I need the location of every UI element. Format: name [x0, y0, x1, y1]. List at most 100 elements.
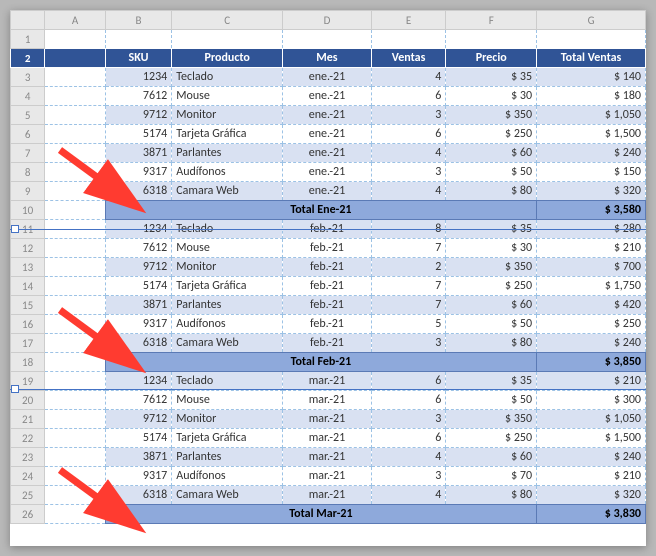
cell[interactable] — [45, 334, 105, 353]
cell-producto[interactable]: Parlantes — [172, 448, 283, 467]
cell-sku[interactable]: 6318 — [105, 486, 172, 505]
grid[interactable]: A B C D E F G 12SKUProductoMesVentasPrec… — [10, 10, 646, 524]
cell-sku[interactable]: 6318 — [105, 182, 172, 201]
cell-sku[interactable]: 6318 — [105, 334, 172, 353]
cell[interactable] — [105, 30, 172, 49]
cell-mes[interactable]: feb.-21 — [283, 334, 372, 353]
cell-precio[interactable]: $ 350 — [446, 106, 537, 125]
cell-mes[interactable]: feb.-21 — [283, 239, 372, 258]
row-1[interactable]: 1 — [11, 30, 646, 49]
cell-ventas[interactable]: 5 — [371, 315, 446, 334]
cell-sku[interactable]: 7612 — [105, 239, 172, 258]
row-header[interactable]: 5 — [11, 106, 45, 125]
row-14[interactable]: 145174Tarjeta Gráficafeb.-217$ 250$ 1,75… — [11, 277, 646, 296]
cell-producto[interactable]: Tarjeta Gráfica — [172, 125, 283, 144]
cell[interactable] — [45, 505, 105, 524]
row-header[interactable]: 7 — [11, 144, 45, 163]
row-header[interactable]: 26 — [11, 505, 45, 524]
row-header[interactable]: 3 — [11, 68, 45, 87]
cell-sku[interactable]: 5174 — [105, 429, 172, 448]
cell-producto[interactable]: Audífonos — [172, 467, 283, 486]
row-22[interactable]: 225174Tarjeta Gráficamar.-216$ 250$ 1,50… — [11, 429, 646, 448]
cell-ventas[interactable]: 4 — [371, 182, 446, 201]
cell[interactable] — [371, 30, 446, 49]
cell-precio[interactable]: $ 250 — [446, 125, 537, 144]
cell-sku[interactable]: 7612 — [105, 87, 172, 106]
row-18[interactable]: 18Total Feb-21$ 3,850 — [11, 353, 646, 372]
cell-mes[interactable]: ene.-21 — [283, 106, 372, 125]
cell-sku[interactable]: 9317 — [105, 315, 172, 334]
cell-total[interactable]: $ 250 — [537, 315, 646, 334]
column-header-row[interactable]: A B C D E F G — [11, 11, 646, 30]
cell-producto[interactable]: Teclado — [172, 372, 283, 391]
cell-ventas[interactable]: 3 — [371, 334, 446, 353]
cell[interactable] — [45, 372, 105, 391]
cell[interactable] — [45, 315, 105, 334]
row-15[interactable]: 153871Parlantesfeb.-217$ 60$ 420 — [11, 296, 646, 315]
col-A[interactable]: A — [45, 11, 105, 30]
cell-sku[interactable]: 1234 — [105, 68, 172, 87]
cell-mes[interactable]: mar.-21 — [283, 372, 372, 391]
cell-sku[interactable]: 7612 — [105, 391, 172, 410]
cell-total[interactable]: $ 1,050 — [537, 410, 646, 429]
cell-ventas[interactable]: 4 — [371, 144, 446, 163]
cell-sku[interactable]: 9712 — [105, 410, 172, 429]
cell-ventas[interactable]: 6 — [371, 372, 446, 391]
cell[interactable] — [537, 30, 646, 49]
cell-ventas[interactable]: 3 — [371, 467, 446, 486]
row-19[interactable]: 191234Tecladomar.-216$ 35$ 210 — [11, 372, 646, 391]
cell-mes[interactable]: mar.-21 — [283, 429, 372, 448]
cell-ventas[interactable]: 7 — [371, 277, 446, 296]
row-23[interactable]: 233871Parlantesmar.-214$ 60$ 240 — [11, 448, 646, 467]
row-12[interactable]: 127612Mousefeb.-217$ 30$ 210 — [11, 239, 646, 258]
cell[interactable] — [172, 30, 283, 49]
row-header[interactable]: 15 — [11, 296, 45, 315]
row-7[interactable]: 73871Parlantesene.-214$ 60$ 240 — [11, 144, 646, 163]
cell-producto[interactable]: Monitor — [172, 410, 283, 429]
cell-mes[interactable]: feb.-21 — [283, 277, 372, 296]
cell-mes[interactable]: mar.-21 — [283, 486, 372, 505]
cell-mes[interactable]: feb.-21 — [283, 315, 372, 334]
cell-total[interactable]: $ 700 — [537, 258, 646, 277]
cell-total[interactable]: $ 240 — [537, 144, 646, 163]
cell-ventas[interactable]: 7 — [371, 239, 446, 258]
cell[interactable] — [45, 239, 105, 258]
row-16[interactable]: 169317Audífonosfeb.-215$ 50$ 250 — [11, 315, 646, 334]
cell-producto[interactable]: Monitor — [172, 106, 283, 125]
row-header[interactable]: 14 — [11, 277, 45, 296]
cell[interactable] — [45, 277, 105, 296]
cell[interactable] — [45, 144, 105, 163]
row-10[interactable]: 10Total Ene-21$ 3,580 — [11, 201, 646, 220]
cell-sku[interactable]: 3871 — [105, 448, 172, 467]
cell-sku[interactable]: 9712 — [105, 106, 172, 125]
cell-total[interactable]: $ 240 — [537, 334, 646, 353]
row-4[interactable]: 47612Mouseene.-216$ 30$ 180 — [11, 87, 646, 106]
group-toggle[interactable] — [11, 385, 19, 393]
row-header[interactable]: 10 — [11, 201, 45, 220]
row-8[interactable]: 89317Audífonosene.-213$ 50$ 150 — [11, 163, 646, 182]
cell-total[interactable]: $ 1,050 — [537, 106, 646, 125]
col-D[interactable]: D — [283, 11, 372, 30]
cell-ventas[interactable]: 7 — [371, 296, 446, 315]
subtotal-value[interactable]: $ 3,580 — [537, 201, 646, 220]
cell-total[interactable]: $ 210 — [537, 239, 646, 258]
cell-producto[interactable]: Camara Web — [172, 334, 283, 353]
cell-total[interactable]: $ 210 — [537, 372, 646, 391]
cell[interactable] — [45, 182, 105, 201]
header-ventas[interactable]: Ventas — [371, 49, 446, 68]
row-header[interactable]: 21 — [11, 410, 45, 429]
cell-precio[interactable]: $ 50 — [446, 391, 537, 410]
cell-mes[interactable]: mar.-21 — [283, 391, 372, 410]
row-header[interactable]: 13 — [11, 258, 45, 277]
cell-precio[interactable]: $ 250 — [446, 277, 537, 296]
cell[interactable] — [45, 353, 105, 372]
cell[interactable] — [45, 296, 105, 315]
subtotal-label[interactable]: Total Mar-21 — [105, 505, 536, 524]
cell-producto[interactable]: Parlantes — [172, 144, 283, 163]
cell-producto[interactable]: Monitor — [172, 258, 283, 277]
row-header[interactable]: 25 — [11, 486, 45, 505]
cell[interactable] — [45, 467, 105, 486]
cell-precio[interactable]: $ 350 — [446, 258, 537, 277]
cell-producto[interactable]: Tarjeta Gráfica — [172, 429, 283, 448]
header-total[interactable]: Total Ventas — [537, 49, 646, 68]
